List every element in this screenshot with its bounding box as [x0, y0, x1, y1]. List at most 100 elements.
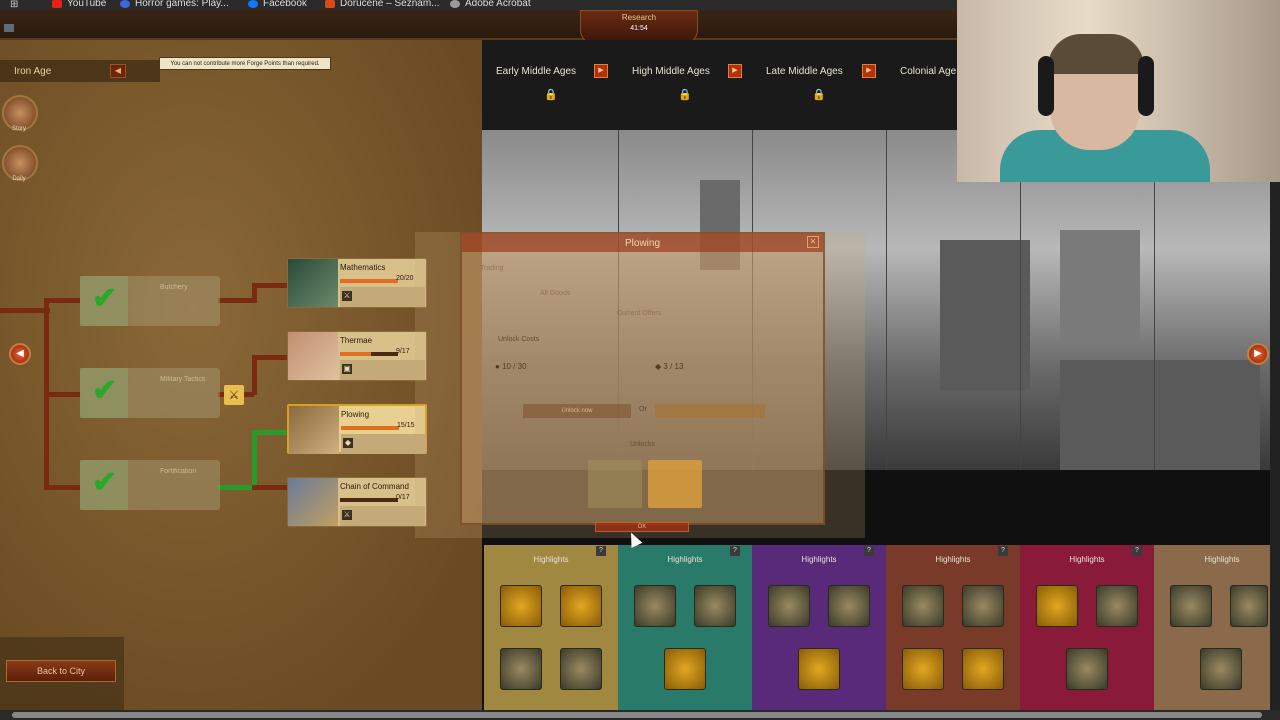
building-icon[interactable]: [634, 585, 676, 627]
bookmark-label: Facebook: [263, 0, 307, 9]
highlights-panel: Highlights?: [484, 545, 618, 710]
help-icon[interactable]: ?: [596, 546, 606, 556]
help-icon[interactable]: ?: [864, 546, 874, 556]
tree-connector: [252, 355, 288, 360]
tree-connector: [44, 485, 80, 490]
era-late-middle-ages[interactable]: Late Middle Ages ▶ 🔒: [752, 40, 886, 130]
lock-icon: 🔒: [678, 89, 692, 101]
era-high-middle-ages[interactable]: High Middle Ages ▶ 🔒: [618, 40, 752, 130]
capitol-shape: [1060, 230, 1140, 340]
fp-cost: ● 10 / 30: [495, 362, 527, 371]
tech-node-chain-of-command[interactable]: Chain of Command 0/17 ⚔: [287, 477, 427, 527]
tech-node-completed[interactable]: ✔ Military Tactics: [80, 368, 220, 418]
close-icon[interactable]: ✕: [807, 236, 819, 248]
ship-shape: [940, 240, 1030, 390]
vertical-scrollbar[interactable]: [1270, 182, 1280, 710]
unlock-costs-label: Unlock Costs: [498, 336, 540, 343]
military-icon: ⚔: [342, 291, 352, 301]
research-title: Research: [621, 13, 657, 22]
bookmark-label: YouTube: [67, 0, 107, 9]
era-arrow-icon[interactable]: ▶: [728, 64, 742, 78]
modal-title: Plowing: [624, 238, 661, 249]
youtube-icon: [52, 0, 62, 8]
tech-node-completed[interactable]: ✔ Fortification: [80, 460, 220, 510]
lock-icon: 🔒: [812, 89, 826, 101]
help-icon[interactable]: ?: [998, 546, 1008, 556]
building-icon[interactable]: [1200, 648, 1242, 690]
goods-filter[interactable]: All Goods: [540, 290, 570, 297]
building-icon[interactable]: [1170, 585, 1212, 627]
building-icon[interactable]: [798, 648, 840, 690]
scroll-left-arrow-icon[interactable]: ◀: [9, 343, 31, 365]
building-icon[interactable]: [694, 585, 736, 627]
chalkboard-icon: [288, 259, 338, 307]
building-icon[interactable]: [1036, 585, 1078, 627]
scroll-right-arrow-icon[interactable]: ▶: [1247, 343, 1269, 365]
ok-button[interactable]: OK: [595, 522, 689, 532]
bookmark-label: Doručené – Seznam...: [340, 0, 440, 9]
bookmark-seznam[interactable]: Doručené – Seznam...: [325, 0, 440, 9]
tech-node-completed[interactable]: ✔ Butchery: [80, 276, 220, 326]
building-icon[interactable]: [1096, 585, 1138, 627]
current-age-label: Iron Age: [14, 66, 52, 77]
building-icon[interactable]: [902, 585, 944, 627]
building-icon[interactable]: [962, 585, 1004, 627]
unlocks-label: Unlocks: [630, 441, 655, 448]
progress-bar: [340, 352, 398, 356]
bookmark-youtube[interactable]: YouTube: [52, 0, 106, 9]
lock-icon: 🔒: [544, 89, 558, 101]
seznam-icon: [325, 0, 335, 8]
daily-label: Daily: [12, 176, 26, 182]
story-label: Story: [11, 126, 26, 132]
apps-grid-icon[interactable]: ⊞: [10, 0, 22, 10]
era-arrow-icon[interactable]: ▶: [862, 64, 876, 78]
bookmark-facebook[interactable]: Facebook: [248, 0, 307, 9]
tree-connector: [252, 355, 257, 395]
horizontal-scrollbar[interactable]: [0, 710, 1280, 720]
help-icon[interactable]: ?: [1132, 546, 1142, 556]
webcam-person-hair: [1048, 34, 1144, 74]
help-icon[interactable]: ?: [730, 546, 740, 556]
building-icon[interactable]: [560, 585, 602, 627]
bookmark-adobe-acrobat[interactable]: Adobe Acrobat: [450, 0, 531, 9]
highlights-panel: Highlights?: [886, 545, 1020, 710]
building-icon[interactable]: [560, 648, 602, 690]
building-icon[interactable]: [500, 648, 542, 690]
bookmark-horror-games[interactable]: Horror games: Play...: [120, 0, 229, 9]
tech-node-plowing[interactable]: Plowing 15/15 ◆: [287, 404, 427, 454]
goods-unlock-button[interactable]: [655, 404, 765, 418]
plow-icon: [289, 406, 339, 454]
checkmark-icon: ✔: [92, 282, 118, 315]
tech-node-mathematics[interactable]: Mathematics 20/20 ⚔: [287, 258, 427, 308]
bridge-shape: [1060, 360, 1260, 470]
back-to-city-button[interactable]: Back to City: [6, 660, 116, 682]
handshake-icon[interactable]: [648, 460, 702, 508]
building-icon[interactable]: [828, 585, 870, 627]
highlights-panel: Highlights?: [618, 545, 752, 710]
building-icon[interactable]: [768, 585, 810, 627]
crossed-swords-icon[interactable]: ⚔: [224, 385, 244, 405]
era-early-middle-ages[interactable]: Early Middle Ages ▶ 🔒: [482, 40, 618, 130]
prev-age-arrow-icon[interactable]: ◀: [110, 64, 126, 78]
checkmark-icon: ✔: [92, 374, 118, 407]
building-icon[interactable]: [1066, 648, 1108, 690]
building-icon[interactable]: [1230, 585, 1268, 627]
trading-tab[interactable]: Trading: [480, 265, 503, 272]
menu-icon[interactable]: [4, 24, 14, 32]
goods-cost: ◆ 3 / 13: [655, 362, 684, 371]
screen: { "bookmarks": [ {"label": "YouTube", "c…: [0, 0, 1280, 720]
building-icon[interactable]: [902, 648, 944, 690]
tech-node-thermae[interactable]: Thermae 9/17 ▣: [287, 331, 427, 381]
building-icon[interactable]: [962, 648, 1004, 690]
era-colonial-age[interactable]: Colonial Age: [886, 40, 958, 130]
highlights-panel: Highlights: [1154, 545, 1270, 710]
era-arrow-icon[interactable]: ▶: [594, 64, 608, 78]
military-icon: ⚔: [342, 510, 352, 520]
building-icon[interactable]: [500, 585, 542, 627]
building-icon[interactable]: [664, 648, 706, 690]
research-tab[interactable]: Research 41:54: [580, 10, 698, 44]
building-icon: ▣: [342, 364, 352, 374]
unlock-now-button[interactable]: Unlock now: [523, 404, 631, 418]
farm-building-icon[interactable]: [588, 460, 642, 508]
progress-bar: [340, 279, 398, 283]
